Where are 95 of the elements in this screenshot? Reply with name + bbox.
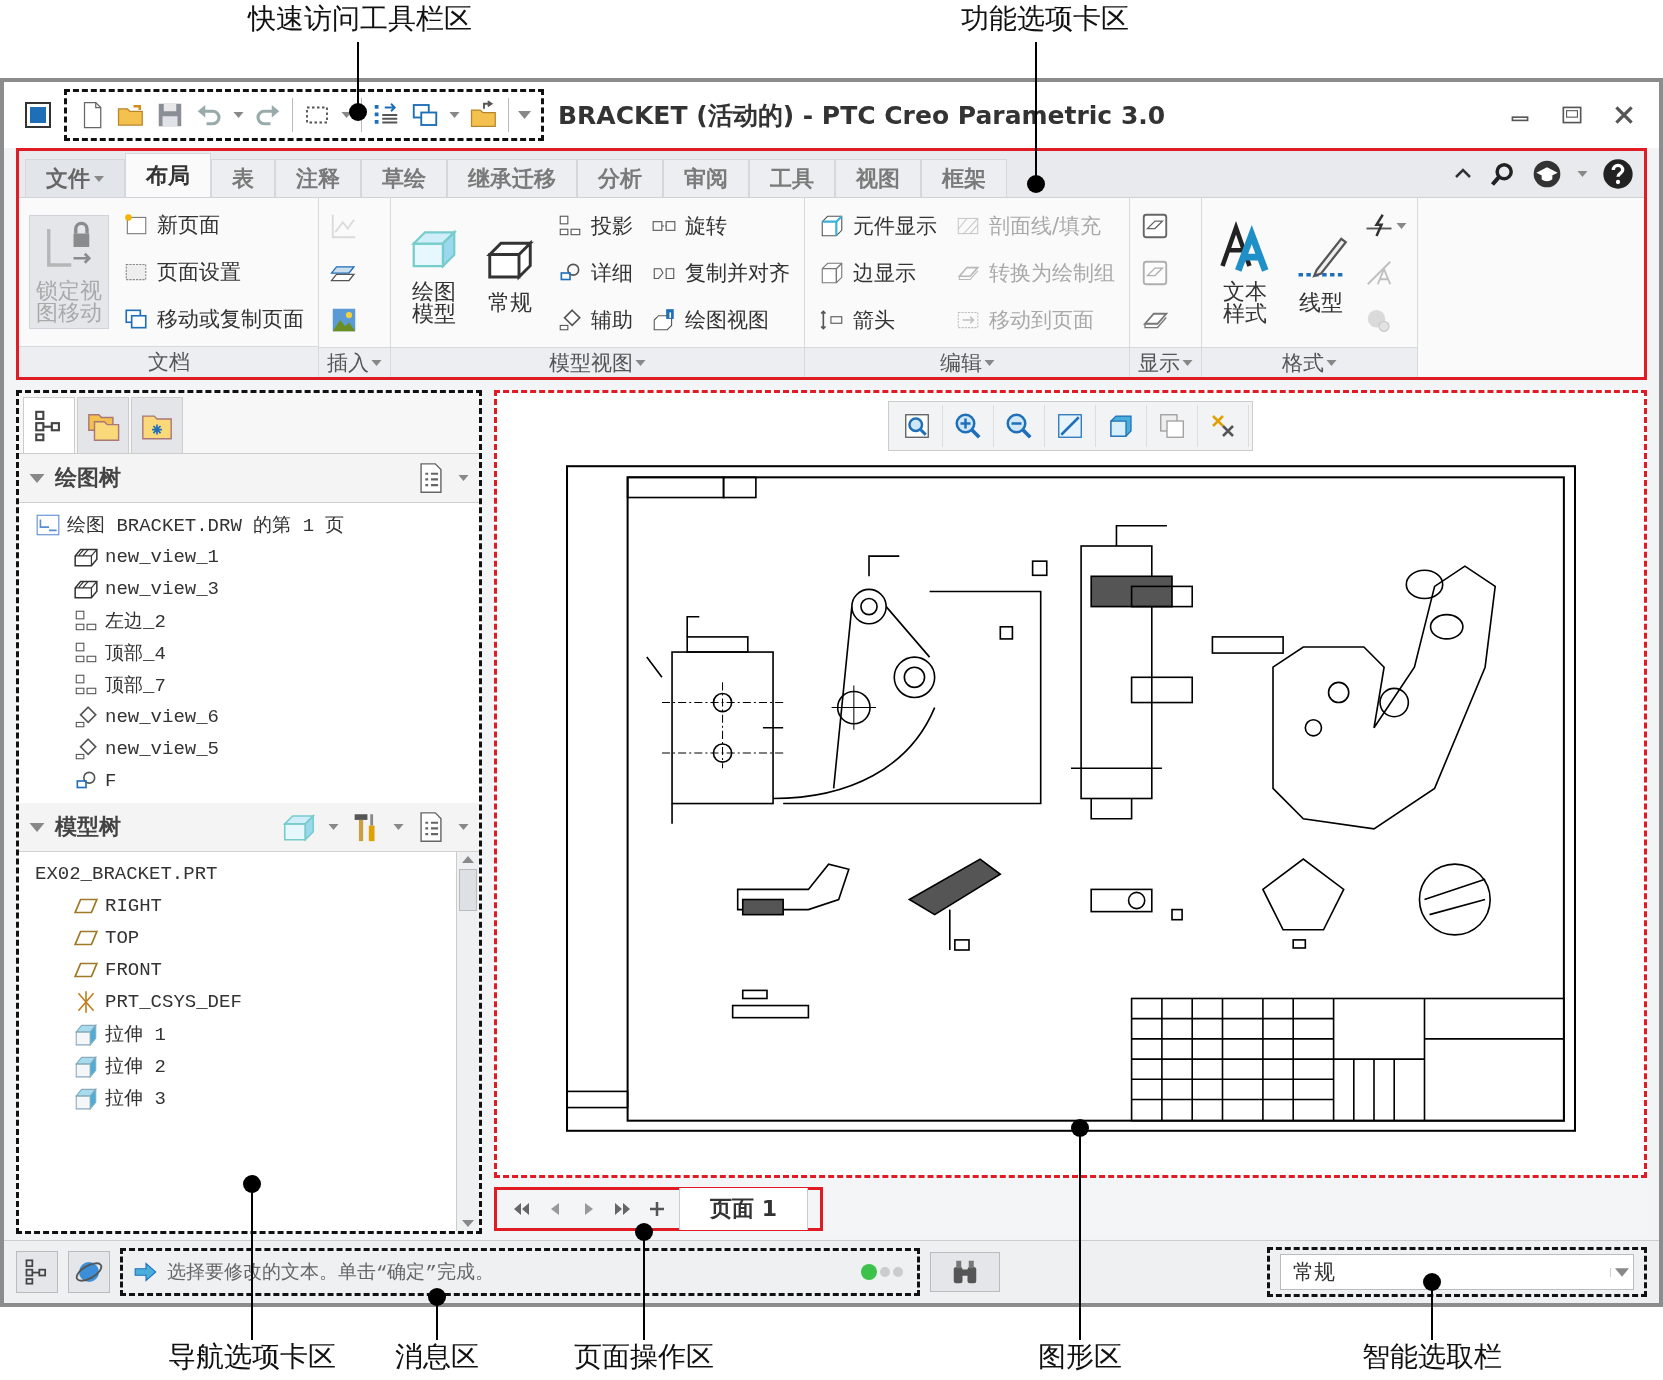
annotation-label: 智能选取栏	[1362, 1340, 1502, 1374]
caret-icon	[1396, 222, 1407, 229]
ribbon-tab[interactable]: 布局	[125, 153, 211, 197]
section-title: 绘图树	[55, 464, 122, 492]
ribbon-tab[interactable]: 草绘	[361, 159, 447, 197]
tree-item[interactable]: 顶部_4	[19, 637, 479, 669]
group-menu-button[interactable]: 编辑	[805, 347, 1129, 377]
find-button[interactable]	[930, 1252, 1000, 1292]
caret-icon	[983, 359, 995, 366]
help-icon[interactable]	[1602, 158, 1634, 190]
ribbon-tab[interactable]: 分析	[577, 159, 663, 197]
ribbon-tab[interactable]: 继承迁移	[447, 159, 577, 197]
annotation-label: 消息区	[395, 1340, 479, 1374]
sheet-view-icon	[35, 512, 61, 538]
section-title: 模型树	[55, 813, 122, 841]
caret-icon	[1615, 1267, 1629, 1277]
diagonal-square-icon[interactable]	[1055, 411, 1085, 441]
group-menu-button[interactable]: 模型视图	[391, 347, 804, 377]
tree-item[interactable]: FRONT	[19, 954, 456, 986]
ribbon-tab[interactable]: 框架	[921, 159, 1007, 197]
annotation-label: 图形区	[1038, 1340, 1122, 1374]
ribbon-button[interactable]: 文本样式	[1212, 216, 1278, 329]
stacked-pages-icon[interactable]	[1157, 411, 1187, 441]
ribbon-tab[interactable]: 表	[211, 159, 275, 197]
group-label: 文档	[147, 349, 190, 376]
leader-line	[1423, 1273, 1441, 1341]
page-tab[interactable]: 页面 1	[679, 1188, 808, 1230]
tree-item[interactable]: 拉伸 3	[19, 1082, 456, 1114]
ribbon-button[interactable]: 详细	[553, 256, 637, 289]
group-menu-button[interactable]: 格式	[1202, 347, 1417, 377]
scroll-up-icon[interactable]	[462, 856, 474, 863]
folder-arrow-icon[interactable]	[469, 100, 499, 130]
ribbon-button[interactable]: 页面设置	[119, 256, 308, 288]
tree-item[interactable]: 绘图 BRACKET.DRW 的第 1 页	[19, 509, 479, 541]
scrollbar[interactable]	[456, 852, 479, 1231]
ribbon-button[interactable]: 投影	[553, 209, 637, 242]
annotation-label: 导航选项卡区	[168, 1340, 336, 1374]
ribbon-tab[interactable]: 注释	[275, 159, 361, 197]
ribbon-tab[interactable]: 审阅	[663, 159, 749, 197]
annotation-label: 页面操作区	[574, 1340, 714, 1374]
caret-icon[interactable]	[341, 112, 352, 118]
ribbon-button[interactable]: 辅助	[553, 303, 637, 336]
diamond-icon	[73, 704, 99, 730]
zoom-in-icon[interactable]	[953, 411, 983, 441]
tree-item[interactable]: new_view_3	[19, 573, 479, 605]
tree-item[interactable]: 拉伸 2	[19, 1050, 456, 1082]
tree-item[interactable]: new_view_6	[19, 701, 479, 733]
ribbon-button[interactable]: 绘图视图	[647, 303, 794, 336]
ribbon-button[interactable]: 绘图模型	[401, 216, 467, 329]
ribbon-button[interactable]: 边显示	[815, 256, 941, 289]
caret-icon	[371, 359, 382, 366]
scroll-thumb[interactable]	[459, 869, 477, 911]
tree-item[interactable]: PRT_CSYS_DEF	[19, 986, 456, 1018]
ribbon-button[interactable]: 移动或复制页面	[119, 302, 308, 335]
navigator-tab[interactable]	[23, 397, 75, 453]
caret-icon	[94, 175, 104, 182]
view-info-icon	[651, 306, 677, 333]
ribbon-button[interactable]: 常规	[477, 227, 543, 318]
caret-icon	[1326, 359, 1337, 366]
leader-line	[428, 1288, 446, 1341]
tree-item[interactable]: F	[19, 765, 479, 797]
diamond-icon	[557, 306, 583, 333]
tree-item[interactable]: 拉伸 1	[19, 1018, 456, 1050]
smart-select-dropdown[interactable]: 常规	[1280, 1254, 1634, 1290]
caret-icon	[635, 359, 646, 366]
ribbon-tab[interactable]: 工具	[749, 159, 835, 197]
ribbon-button[interactable]: 线型	[1288, 227, 1354, 318]
arrow-right-icon	[133, 1259, 159, 1285]
scroll-down-icon[interactable]	[462, 1220, 474, 1227]
ribbon-button[interactable]: 旋转	[647, 209, 794, 242]
group-menu-button[interactable]: 插入	[319, 347, 390, 377]
tree-item[interactable]: RIGHT	[19, 890, 456, 922]
tree-item[interactable]: new_view_5	[19, 733, 479, 765]
ribbon-tab[interactable]: 视图	[835, 159, 921, 197]
annotation-label: 功能选项卡区	[961, 2, 1129, 36]
graduation-cap-icon[interactable]	[1531, 158, 1563, 190]
diamond-icon	[73, 736, 99, 762]
zoom-out-icon[interactable]	[1004, 411, 1034, 441]
tree-item[interactable]: EX02_BRACKET.PRT	[19, 858, 456, 890]
navigator-toggle-button[interactable]	[16, 1251, 58, 1293]
ribbon-button[interactable]: 箭头	[815, 303, 941, 336]
ribbon-button[interactable]: 元件显示	[815, 209, 941, 242]
tree-item[interactable]: 顶部_7	[19, 669, 479, 701]
group-menu-button[interactable]: 显示	[1130, 347, 1201, 377]
caret-icon	[1182, 359, 1193, 366]
annotation-label: 快速访问工具栏区	[248, 2, 472, 36]
zoom-fit-icon[interactable]	[902, 411, 932, 441]
ribbon-button[interactable]: 复制并对齐	[647, 256, 794, 289]
tree-item[interactable]: 左边_2	[19, 605, 479, 637]
tree-item[interactable]: TOP	[19, 922, 456, 954]
app-window-icon[interactable]	[22, 99, 54, 131]
tree-item[interactable]: new_view_1	[19, 541, 479, 573]
browser-toggle-button[interactable]	[68, 1251, 110, 1293]
ribbon-tab[interactable]: 文件	[25, 159, 125, 197]
ribbon-button[interactable]: 新页面	[119, 209, 308, 242]
